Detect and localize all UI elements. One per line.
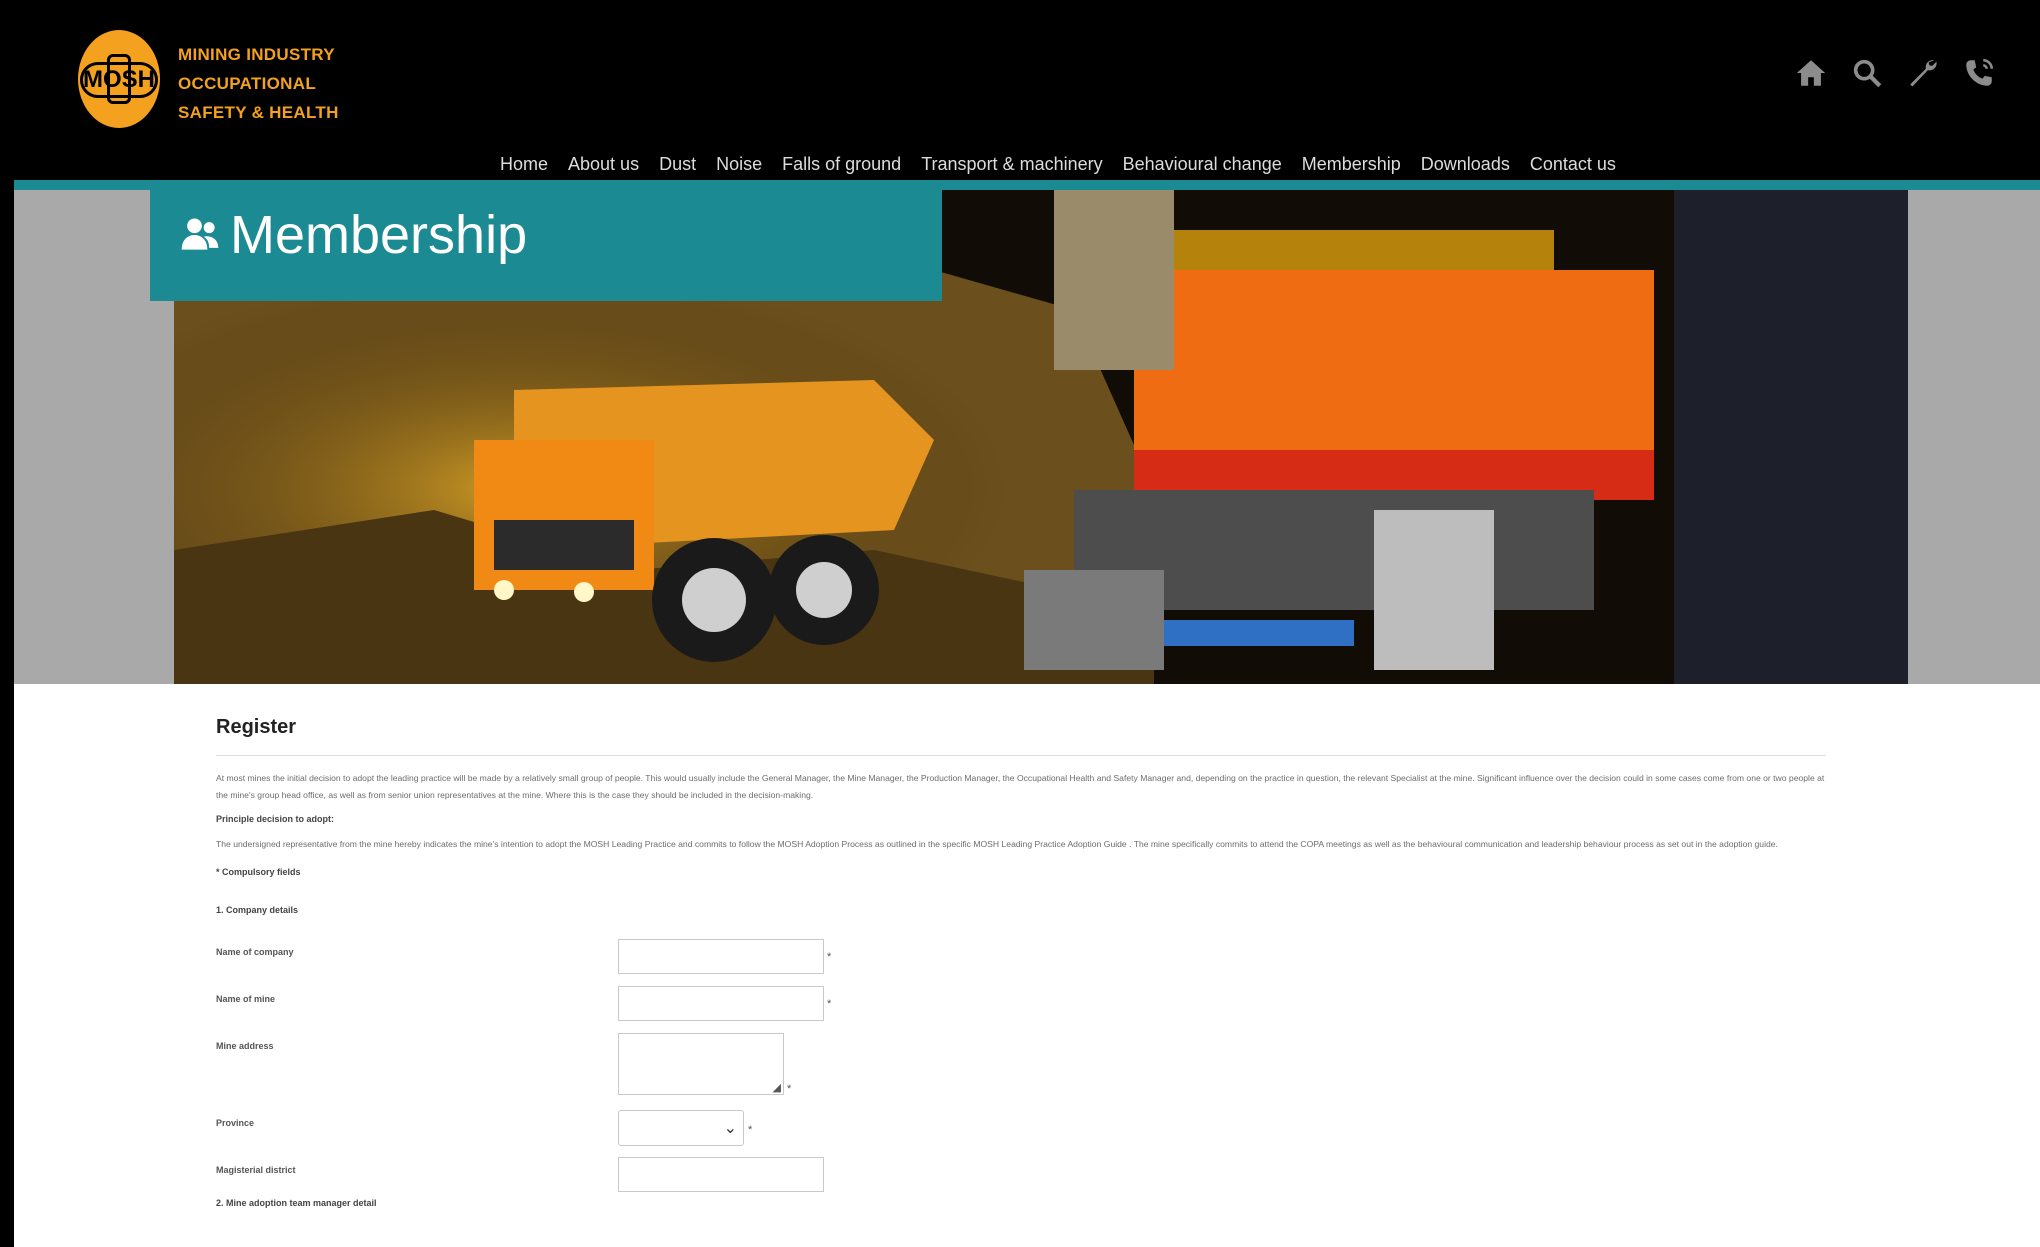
logo-mark-text: MOSH (80, 62, 158, 98)
principle-heading: Principle decision to adopt: (216, 814, 335, 824)
select-province[interactable]: ⌄ (618, 1110, 744, 1146)
chevron-down-icon: ⌄ (723, 1120, 737, 1137)
site-header: MOSH MINING INDUSTRY OCCUPATIONAL SAFETY… (14, 4, 2040, 180)
home-icon[interactable] (1794, 54, 1828, 92)
section-company-details: 1. Company details (216, 905, 299, 915)
nav-downloads[interactable]: Downloads (1411, 149, 1520, 179)
field-row-address: Mine address ◢ * (216, 1033, 1826, 1110)
page-title: Membership (178, 200, 527, 270)
label-magisterial-district: Magisterial district (216, 1165, 296, 1175)
main-nav: Home About us Dust Noise Falls of ground… (490, 149, 1626, 179)
input-name-of-company[interactable] (618, 939, 824, 974)
logo-wordmark[interactable]: MINING INDUSTRY OCCUPATIONAL SAFETY & HE… (178, 40, 339, 127)
label-name-of-mine: Name of mine (216, 994, 276, 1004)
label-name-of-company: Name of company (216, 947, 294, 957)
logo-line-3: SAFETY & HEALTH (178, 103, 339, 122)
compulsory-note: * Compulsory fields (216, 867, 301, 877)
members-icon (181, 218, 219, 250)
field-row-company: Name of company * (216, 939, 1826, 986)
register-form: Register At most mines the initial decis… (216, 710, 1826, 1208)
input-name-of-mine[interactable] (618, 986, 824, 1021)
nav-falls-of-ground[interactable]: Falls of ground (772, 149, 911, 179)
header-icon-toolbar (1794, 54, 1996, 92)
required-mark: * (827, 951, 832, 963)
wrench-icon[interactable] (1906, 54, 1940, 92)
required-mark: * (748, 1124, 753, 1136)
heading-divider (216, 755, 1826, 756)
required-mark: * (787, 1083, 792, 1095)
intro-paragraph: At most mines the initial decision to ad… (216, 773, 1825, 800)
nav-about-us[interactable]: About us (558, 149, 649, 179)
principle-paragraph: The undersigned representative from the … (216, 839, 1778, 849)
required-mark: * (827, 998, 832, 1010)
textarea-mine-address[interactable]: ◢ (618, 1033, 784, 1095)
input-magisterial-district[interactable] (618, 1157, 824, 1192)
label-province: Province (216, 1118, 255, 1128)
label-mine-address: Mine address (216, 1041, 274, 1051)
page-title-text: Membership (230, 205, 528, 265)
header-accent-bar (14, 180, 2040, 190)
field-row-province: Province ⌄ * (216, 1110, 1826, 1157)
logo-line-1: MINING INDUSTRY (178, 45, 335, 64)
field-row-mine: Name of mine * (216, 986, 1826, 1033)
nav-membership[interactable]: Membership (1292, 149, 1411, 179)
nav-noise[interactable]: Noise (706, 149, 772, 179)
nav-transport-machinery[interactable]: Transport & machinery (911, 149, 1112, 179)
nav-home[interactable]: Home (490, 149, 558, 179)
resize-handle-icon[interactable]: ◢ (773, 1081, 781, 1094)
search-icon[interactable] (1850, 54, 1884, 92)
register-heading: Register (216, 716, 297, 738)
phone-icon[interactable] (1962, 54, 1996, 92)
nav-behavioural-change[interactable]: Behavioural change (1113, 149, 1292, 179)
field-row-district: Magisterial district (216, 1157, 1826, 1204)
nav-contact-us[interactable]: Contact us (1520, 149, 1626, 179)
nav-dust[interactable]: Dust (649, 149, 706, 179)
logo-line-2: OCCUPATIONAL (178, 74, 317, 93)
